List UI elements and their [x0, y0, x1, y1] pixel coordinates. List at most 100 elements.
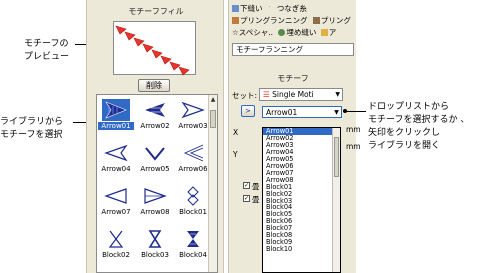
- underlay-icon: [232, 5, 239, 12]
- library-item-arrow06[interactable]: Arrow06: [175, 140, 211, 182]
- dropdown-scroll-thumb[interactable]: [334, 137, 339, 177]
- open-library-arrow-button[interactable]: >: [241, 105, 255, 117]
- tab-applique[interactable]: ア: [329, 28, 337, 37]
- callout-library-line1: ライブラリから: [0, 117, 64, 127]
- library-item-block03[interactable]: Block03: [137, 226, 173, 268]
- tab-pull-running[interactable]: プリングランニング: [240, 16, 308, 25]
- toolbar-row-3: ☆スペシャ.. 埋め縫い ア: [232, 27, 336, 38]
- library-item-label: Arrow01: [98, 122, 134, 130]
- callout-droplist-line1: ドロップリストから: [368, 102, 450, 112]
- library-item-block01[interactable]: Block01: [175, 183, 211, 225]
- library-item-arrow04[interactable]: Arrow04: [98, 140, 134, 182]
- tab-fill[interactable]: 埋め縫い: [286, 28, 316, 37]
- arrow08-icon: [144, 188, 167, 204]
- library-item-label: Arrow02: [140, 122, 170, 130]
- callout-droplist: ドロップリストから モチーフを選択するか 、 矢印をクリックし ライブラリを開く: [368, 101, 469, 153]
- leader-droplist: [345, 111, 366, 112]
- library-item-label: Arrow05: [140, 165, 170, 173]
- tab-underlay[interactable]: 下縫い: [240, 4, 263, 13]
- delete-button[interactable]: 削除: [138, 79, 170, 92]
- library-item-label: Arrow06: [178, 165, 208, 173]
- motif-dropdown-list[interactable]: Arrow01 Arrow02 Arrow03 Arrow04 Arrow05 Arrow…: [262, 127, 341, 273]
- library-item-block02[interactable]: Block02: [98, 226, 134, 268]
- callout-library: ライブラリから モチーフを選択: [0, 116, 63, 142]
- library-scroll-thumb[interactable]: [210, 110, 216, 128]
- callout-droplist-line4: ライブラリを開く: [368, 141, 441, 151]
- fill-icon: [278, 29, 286, 36]
- block02-icon: [108, 230, 124, 248]
- leader-droplist-dot: [343, 109, 347, 113]
- block04-icon: [187, 231, 199, 247]
- callout-preview: モチーフの プレビュー: [24, 38, 69, 64]
- library-scrollbar[interactable]: ▲: [208, 95, 217, 272]
- motif-preview: [113, 21, 196, 76]
- stitch-type-field[interactable]: モチーフランニング: [232, 43, 354, 56]
- applique-icon: [320, 29, 328, 36]
- motif-fill-panel: モチーフフィル 削除 Arrow01 Arrow02 Arrow03 Arrow…: [86, 0, 224, 273]
- callout-preview-line1: モチーフの: [24, 39, 69, 49]
- dropdown-items: Arrow01 Arrow02 Arrow03 Arrow04 Arrow05 Arrow…: [263, 128, 340, 253]
- option-checkbox-1-label: 畳: [252, 182, 260, 191]
- motif-section-title: モチーフ: [277, 74, 309, 83]
- pull-running-icon: [232, 17, 239, 24]
- arrow07-icon: [104, 188, 127, 204]
- pull-icon: [312, 17, 320, 24]
- set-select[interactable]: ☰ Single Moti ▼: [259, 88, 343, 101]
- scroll-up-icon[interactable]: ▲: [209, 95, 217, 104]
- library-item-label: Arrow08: [140, 208, 170, 216]
- toolbar-row-1: 下縫い ᣟ つなぎ糸: [232, 3, 307, 14]
- arrow02-icon: [145, 103, 165, 117]
- library-item-label: Block03: [141, 251, 169, 259]
- tab-connector[interactable]: つなぎ糸: [277, 4, 307, 13]
- library-item-block04[interactable]: Block04: [175, 226, 211, 268]
- star-icon: ☆: [232, 28, 239, 37]
- y-label: Y: [233, 150, 238, 159]
- library-item-arrow08[interactable]: Arrow08: [137, 183, 173, 225]
- motif-combo-value: Arrow01: [266, 108, 298, 117]
- block01-icon: [187, 186, 199, 206]
- motif-fill-help-figure: モチーフの プレビュー ライブラリから モチーフを選択 モチーフフィル 削除 A…: [0, 0, 485, 273]
- library-item-label: Arrow04: [101, 165, 131, 173]
- callout-preview-line2: プレビュー: [24, 52, 70, 62]
- chevron-down-icon[interactable]: ▼: [332, 107, 341, 117]
- library-item-arrow05[interactable]: Arrow05: [137, 140, 173, 182]
- library-item-label: Block02: [102, 251, 130, 259]
- library-item-label: Block04: [179, 251, 207, 259]
- dropdown-scrollbar[interactable]: [332, 128, 340, 272]
- option-checkbox-1[interactable]: ✓: [243, 182, 250, 189]
- option-checkbox-2-label: 畳: [252, 195, 260, 204]
- toolbar-row-2: プリングランニング プリング: [232, 15, 351, 26]
- library-item-arrow01[interactable]: Arrow01: [98, 97, 134, 139]
- library-item-arrow02[interactable]: Arrow02: [137, 97, 173, 139]
- library-item-arrow03[interactable]: Arrow03: [175, 97, 211, 139]
- motif-library-grid: Arrow01 Arrow02 Arrow03 Arrow04 Arrow05 …: [96, 94, 218, 273]
- mm-unit-2: mm: [346, 142, 361, 151]
- chevron-down-icon: ▼: [335, 91, 340, 98]
- arrow01-icon: [102, 99, 130, 121]
- dropdown-item[interactable]: Block10: [263, 246, 340, 253]
- tab-special[interactable]: スペシャ..: [239, 28, 273, 37]
- mm-unit-1: mm: [346, 125, 361, 134]
- callout-droplist-line2: モチーフを選択するか 、: [368, 115, 470, 125]
- library-item-label: Arrow07: [101, 208, 131, 216]
- connector-icon: ᣟ: [268, 5, 271, 14]
- callout-library-line2: モチーフを選択: [0, 130, 63, 140]
- arrow05-icon: [145, 147, 165, 161]
- motif-preview-image: [115, 25, 190, 76]
- arrow04-icon: [104, 144, 128, 162]
- library-item-label: Block01: [179, 208, 207, 216]
- motif-set-icon: ☰: [263, 90, 270, 99]
- set-select-value: Single Moti: [272, 90, 314, 99]
- tab-pull[interactable]: プリング: [321, 16, 351, 25]
- library-item-label: Arrow03: [178, 122, 208, 130]
- option-checkbox-2[interactable]: ✓: [243, 195, 250, 202]
- motif-combo[interactable]: Arrow01 ▼: [262, 106, 342, 118]
- panel-title: モチーフフィル: [128, 7, 184, 16]
- arrow06-icon: [183, 144, 204, 162]
- x-label: X: [233, 128, 239, 137]
- arrow-right-icon: >: [245, 107, 251, 115]
- arrow03-icon: [181, 101, 205, 119]
- set-label: セット:: [232, 91, 258, 100]
- library-item-arrow07[interactable]: Arrow07: [98, 183, 134, 225]
- block03-icon: [148, 230, 162, 248]
